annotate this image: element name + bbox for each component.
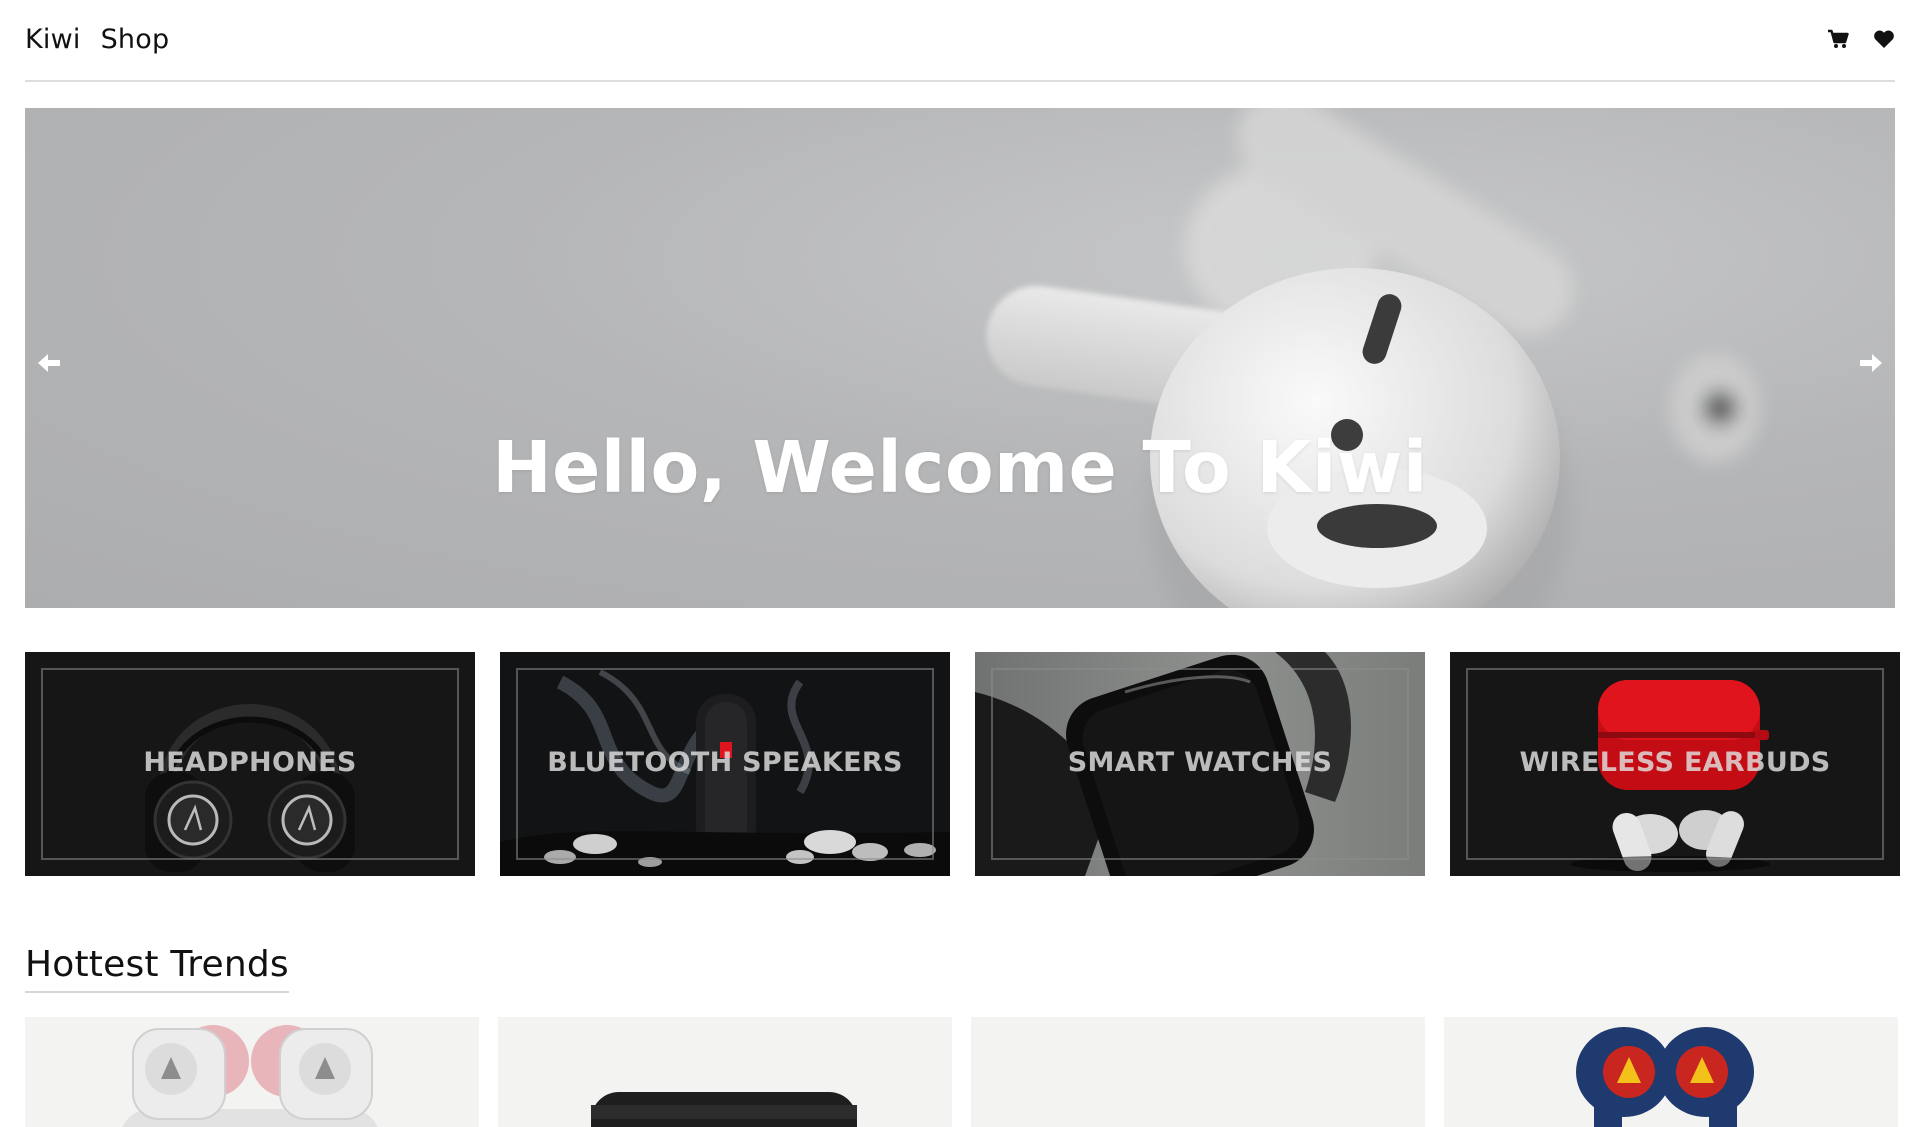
cart-icon[interactable] [1827,29,1849,49]
page: Kiwi Shop Hello, Welcome To Kiwi HEADPHO… [0,0,1920,1127]
category-card-wireless-earbuds[interactable]: WIRELESS EARBUDS [1450,652,1900,876]
section-title-hottest-trends: Hottest Trends [25,944,289,993]
category-card-headphones[interactable]: HEADPHONES [25,652,475,876]
hero-earbuds-image [986,108,1760,608]
product-image [971,1017,1425,1127]
product-card[interactable] [971,1017,1425,1127]
nav-icons [1827,29,1895,49]
category-label: BLUETOOTH SPEAKERS [547,747,903,778]
category-card-bluetooth-speakers[interactable]: BLUETOOTH SPEAKERS [500,652,950,876]
category-grid: HEADPHONES BLUETOOTH SPEAKERS SMART WATC… [25,652,1900,876]
nav-brand-group: Kiwi Shop [25,24,169,55]
product-image [25,1017,479,1127]
shop-link[interactable]: Shop [101,24,170,55]
category-label: HEADPHONES [143,747,357,778]
category-label: WIRELESS EARBUDS [1519,747,1831,778]
category-label: SMART WATCHES [1067,747,1333,778]
hero-carousel[interactable]: Hello, Welcome To Kiwi [25,108,1895,608]
navbar: Kiwi Shop [25,0,1895,82]
product-image [1444,1017,1898,1127]
heart-icon[interactable] [1873,29,1895,49]
trending-products [25,1017,1898,1127]
product-card[interactable] [1444,1017,1898,1127]
product-card[interactable] [498,1017,952,1127]
product-card[interactable] [25,1017,479,1127]
hero-title: Hello, Welcome To Kiwi [492,426,1428,509]
brand-link[interactable]: Kiwi [25,24,81,55]
product-image [498,1017,952,1127]
arrow-right-icon[interactable] [1853,345,1889,381]
category-card-smart-watches[interactable]: SMART WATCHES [975,652,1425,876]
arrow-left-icon[interactable] [31,345,67,381]
